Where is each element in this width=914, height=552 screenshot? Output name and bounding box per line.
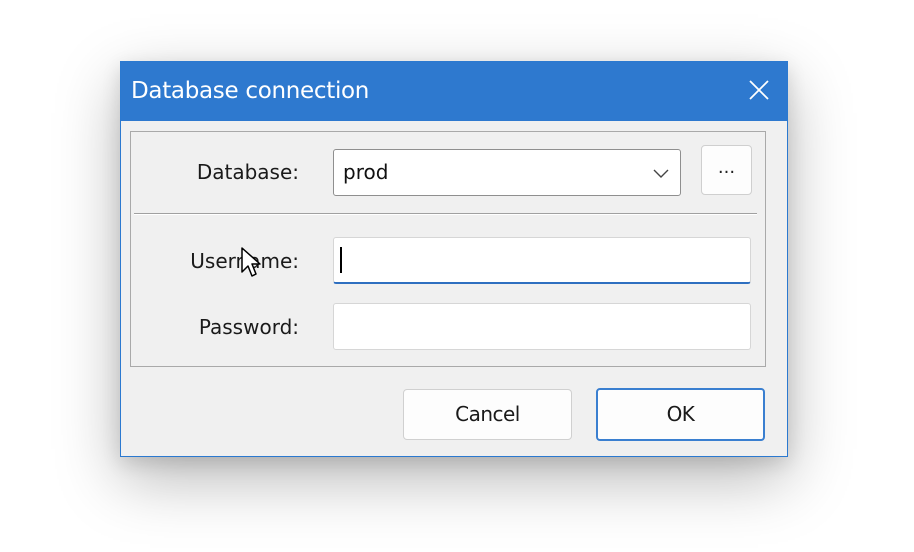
text-caret — [340, 247, 342, 273]
username-field[interactable] — [333, 237, 751, 284]
database-combobox[interactable]: prod — [333, 149, 681, 196]
username-label: Username: — [190, 249, 299, 273]
separator-line — [134, 213, 757, 215]
close-icon — [748, 79, 770, 105]
chevron-down-icon — [651, 163, 671, 183]
title-bar: Database connection — [121, 62, 787, 121]
database-connection-dialog: Database connection Database: prod ... U… — [120, 61, 788, 457]
database-selected-value: prod — [343, 160, 389, 184]
ok-button[interactable]: OK — [596, 388, 765, 441]
close-button[interactable] — [731, 62, 787, 121]
password-label: Password: — [198, 315, 299, 339]
browse-database-button[interactable]: ... — [701, 145, 752, 195]
database-label: Database: — [196, 160, 299, 184]
cancel-button[interactable]: Cancel — [403, 389, 572, 440]
window-title: Database connection — [131, 78, 370, 104]
password-field[interactable] — [333, 303, 751, 350]
desktop-background: Database connection Database: prod ... U… — [0, 0, 914, 552]
